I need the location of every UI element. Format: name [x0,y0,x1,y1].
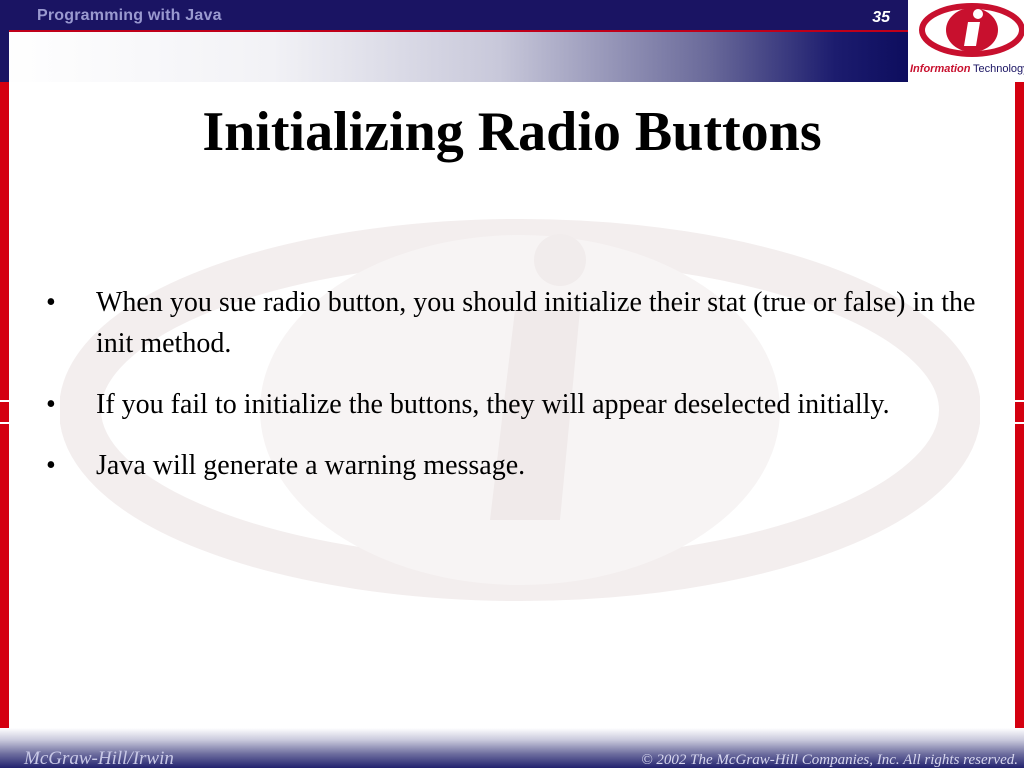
slide: Programming with Java 35 Information Tec… [0,0,1024,768]
bullet-dot-icon: • [46,287,56,318]
bullet-text: If you fail to initialize the buttons, t… [96,389,890,420]
header-divider [9,30,908,32]
bullet-item: • If you fail to initialize the buttons,… [46,384,976,425]
footer-copyright: © 2002 The McGraw-Hill Companies, Inc. A… [641,752,1018,768]
right-accent-bar [1015,82,1024,732]
information-technology-logo-icon: Information Technology [908,0,1024,82]
footer-publisher: McGraw-Hill/Irwin [24,748,174,768]
bullet-item: • When you sue radio button, you should … [46,282,976,364]
slide-number: 35 [872,9,890,26]
bullet-list: • When you sue radio button, you should … [46,282,976,506]
slide-title: Initializing Radio Buttons [202,101,822,163]
header-left-strip [0,0,9,82]
course-title: Programming with Java [37,7,222,24]
bullet-dot-icon: • [46,389,56,420]
bullet-item: • Java will generate a warning message. [46,445,976,486]
bullet-dot-icon: • [46,450,56,481]
logo-text-information: Information [910,63,971,75]
logo-text-technology: Technology [973,63,1024,75]
left-accent-bar [0,82,9,732]
bullet-text: When you sue radio button, you should in… [96,287,976,359]
bullet-text: Java will generate a warning message. [96,450,526,481]
